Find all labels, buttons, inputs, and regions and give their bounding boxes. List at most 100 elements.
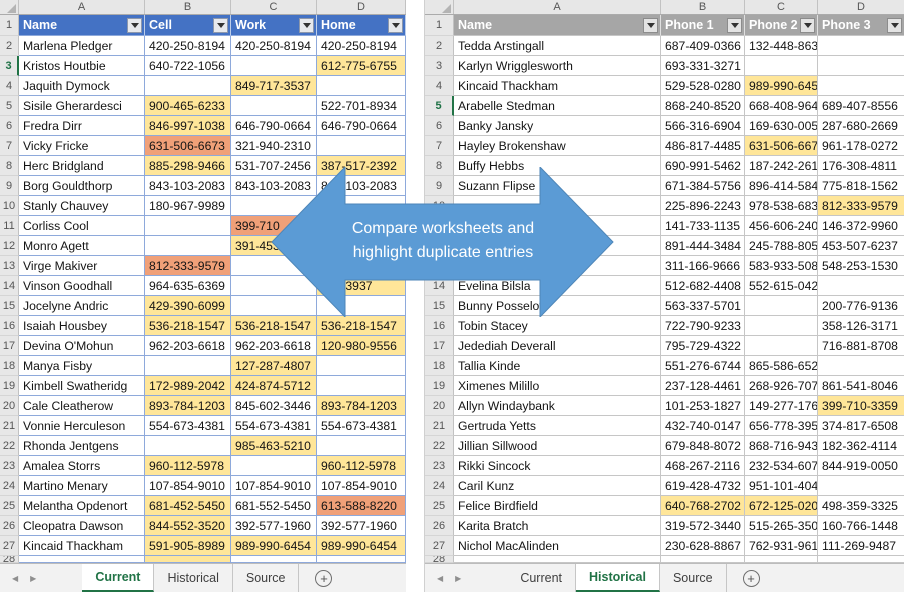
sheet-nav-next-icon[interactable]: ▶ [455, 574, 461, 583]
cell-d21[interactable]: 554-673-4381 [317, 416, 406, 436]
sheet-tab-current[interactable]: Current [507, 564, 576, 592]
cell-b22[interactable] [145, 436, 231, 456]
row-header-9[interactable]: 9 [0, 176, 19, 196]
cell-c16[interactable]: 536-218-1547 [231, 316, 317, 336]
cell-d2[interactable]: 420-250-8194 [317, 36, 406, 56]
cell-a13[interactable]: Virge Makiver [19, 256, 145, 276]
cell-b5[interactable]: 868-240-8520 [661, 96, 745, 116]
cell-b19[interactable]: 237-128-4461 [661, 376, 745, 396]
cell-c7[interactable]: 321-940-2310 [231, 136, 317, 156]
cell-a25[interactable]: Melantha Opdenort [19, 496, 145, 516]
cell-c5[interactable]: 668-408-9643 [745, 96, 818, 116]
cell-c10[interactable]: 978-538-6831 [745, 196, 818, 216]
filter-dropdown-phone-3[interactable] [887, 18, 902, 33]
cell-b25[interactable]: 640-768-2702 [661, 496, 745, 516]
cell-c7[interactable]: 631-506-6673 [745, 136, 818, 156]
row-header-5[interactable]: 5 [0, 96, 19, 116]
row-header-2[interactable]: 2 [425, 36, 454, 56]
cell-d16[interactable]: 536-218-1547 [317, 316, 406, 336]
cell-c18[interactable]: 127-287-4807 [231, 356, 317, 376]
row-header-18[interactable]: 18 [425, 356, 454, 376]
cell-c19[interactable]: 268-926-7079 [745, 376, 818, 396]
cell-d8[interactable]: 176-308-4811 [818, 156, 904, 176]
cell-b2[interactable]: 420-250-8194 [145, 36, 231, 56]
cell-a9[interactable]: Borg Gouldthorp [19, 176, 145, 196]
cell-b16[interactable]: 536-218-1547 [145, 316, 231, 336]
row-header-27[interactable]: 27 [425, 536, 454, 556]
sheet-nav-next-icon[interactable]: ▶ [30, 574, 36, 583]
cell-c8[interactable]: 187-242-2616 [745, 156, 818, 176]
cell-b20[interactable]: 101-253-1827 [661, 396, 745, 416]
cell-b3[interactable]: 693-331-3271 [661, 56, 745, 76]
cell-c6[interactable]: 646-790-0664 [231, 116, 317, 136]
cell-c23[interactable]: 232-534-6074 [745, 456, 818, 476]
cell-b8[interactable]: 885-298-9466 [145, 156, 231, 176]
cell-d18[interactable] [818, 356, 904, 376]
cell-d16[interactable]: 358-126-3171 [818, 316, 904, 336]
cell-b24[interactable]: 107-854-9010 [145, 476, 231, 496]
cell-a5[interactable]: Sisile Gherardesci [19, 96, 145, 116]
row-header-23[interactable]: 23 [0, 456, 19, 476]
cell-d4[interactable] [317, 76, 406, 96]
cell-b15[interactable]: 429-390-6099 [145, 296, 231, 316]
column-letter-c[interactable]: C [231, 0, 317, 14]
cell-d13[interactable]: 548-253-1530 [818, 256, 904, 276]
cell-d19[interactable] [317, 376, 406, 396]
cell-b26[interactable]: 844-552-3520 [145, 516, 231, 536]
cell-b10[interactable]: 225-896-2243 [661, 196, 745, 216]
cell-d20[interactable]: 399-710-3359 [818, 396, 904, 416]
cell-d17[interactable]: 120-980-9556 [317, 336, 406, 356]
cell-a20[interactable]: Allyn Windaybank [454, 396, 661, 416]
cell-b4[interactable]: 529-528-0280 [661, 76, 745, 96]
header-home[interactable]: Home [317, 15, 406, 36]
cell-d9[interactable]: 775-818-1562 [818, 176, 904, 196]
cell-a4[interactable]: Jaquith Dymock [19, 76, 145, 96]
row-header-17[interactable]: 17 [425, 336, 454, 356]
cell-c25[interactable]: 672-125-0209 [745, 496, 818, 516]
cell-b6[interactable]: 566-316-6904 [661, 116, 745, 136]
cell-a24[interactable]: Caril Kunz [454, 476, 661, 496]
cell-d23[interactable]: 844-919-0050 [818, 456, 904, 476]
cell-d25[interactable]: 613-588-8220 [317, 496, 406, 516]
cell-a14[interactable]: Vinson Goodhall [19, 276, 145, 296]
row-header-4[interactable]: 4 [425, 76, 454, 96]
cell-c22[interactable]: 985-463-5210 [231, 436, 317, 456]
cell-a5[interactable]: Arabelle Stedman [454, 96, 661, 116]
cell-d21[interactable]: 374-817-6508 [818, 416, 904, 436]
cell-d6[interactable]: 646-790-0664 [317, 116, 406, 136]
cell-c25[interactable]: 681-552-5450 [231, 496, 317, 516]
cell-b8[interactable]: 690-991-5462 [661, 156, 745, 176]
row-header-22[interactable]: 22 [0, 436, 19, 456]
column-letter-d[interactable]: D [818, 0, 904, 14]
row-header-16[interactable]: 16 [425, 316, 454, 336]
cell-d22[interactable]: 182-362-4114 [818, 436, 904, 456]
row-header-24[interactable]: 24 [0, 476, 19, 496]
cell-a22[interactable]: Rhonda Jentgens [19, 436, 145, 456]
cell-a22[interactable]: Jillian Sillwood [454, 436, 661, 456]
header-phone-3[interactable]: Phone 3 [818, 15, 904, 36]
cell-c20[interactable]: 845-602-3446 [231, 396, 317, 416]
cell-a7[interactable]: Vicky Fricke [19, 136, 145, 156]
header-name[interactable]: Name [19, 15, 145, 36]
cell-b24[interactable]: 619-428-4732 [661, 476, 745, 496]
cell-c5[interactable] [231, 96, 317, 116]
row-header-28[interactable]: 28 [425, 556, 454, 563]
cell-c26[interactable]: 392-577-1960 [231, 516, 317, 536]
cell-d20[interactable]: 893-784-1203 [317, 396, 406, 416]
filter-dropdown-name[interactable] [127, 18, 142, 33]
cell-a20[interactable]: Cale Cleatherow [19, 396, 145, 416]
cell-d2[interactable] [818, 36, 904, 56]
row-header-5[interactable]: 5 [425, 96, 454, 116]
filter-dropdown-work[interactable] [299, 18, 314, 33]
row-header-21[interactable]: 21 [0, 416, 19, 436]
cell-c23[interactable] [231, 456, 317, 476]
row-header-4[interactable]: 4 [0, 76, 19, 96]
column-letter-a[interactable]: A [19, 0, 145, 14]
column-letter-b[interactable]: B [661, 0, 745, 14]
cell-c28[interactable] [231, 556, 317, 563]
cell-a10[interactable]: Stanly Chauvey [19, 196, 145, 216]
filter-dropdown-phone-2[interactable] [800, 18, 815, 33]
row-header-17[interactable]: 17 [0, 336, 19, 356]
cell-c13[interactable]: 583-933-5088 [745, 256, 818, 276]
sheet-tab-historical[interactable]: Historical [576, 564, 660, 592]
